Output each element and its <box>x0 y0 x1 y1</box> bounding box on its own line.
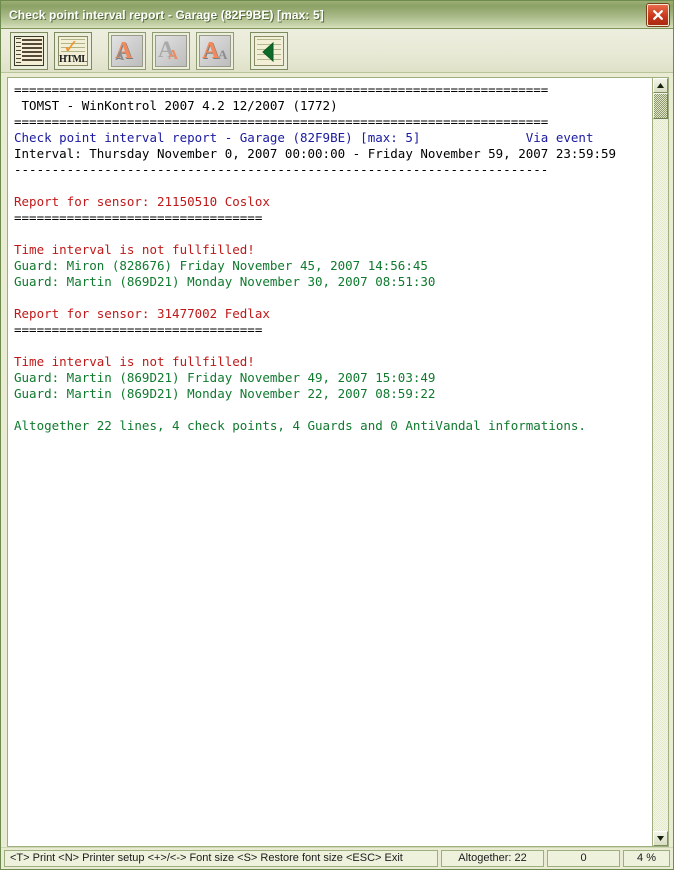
report-line: Interval: Thursday November 0, 2007 00:0… <box>14 146 617 161</box>
scroll-up-button[interactable] <box>653 78 668 93</box>
font-size-decrease-button[interactable]: A A <box>152 31 190 70</box>
report-line: Time interval is not fullfilled! <box>14 242 255 257</box>
html-export-icon: ✓ HTML <box>58 35 88 66</box>
report-line: Altogether 22 lines, 4 check points, 4 G… <box>14 418 586 433</box>
detailed-report-button[interactable] <box>10 31 48 70</box>
report-window: Check point interval report - Garage (82… <box>0 0 674 870</box>
report-viewport: ================================= =======… <box>7 77 652 847</box>
status-altogether: Altogether: 22 <box>441 849 544 867</box>
font-increase-icon: A A <box>111 34 143 67</box>
report-line: ================================= <box>14 322 263 337</box>
report-line: Guard: Martin (869D21) Monday November 2… <box>14 386 436 401</box>
report-line: Check point interval report - Garage (82… <box>14 130 594 145</box>
export-html-button[interactable]: ✓ HTML <box>54 31 92 70</box>
close-button[interactable] <box>647 4 669 26</box>
report-line: ========================================… <box>14 82 549 97</box>
report-line: Guard: Martin (869D21) Monday November 3… <box>14 274 436 289</box>
font-decrease-icon: A A <box>155 34 187 67</box>
report-line: Guard: Miron (828676) Friday November 45… <box>14 258 428 273</box>
font-size-restore-button[interactable]: A A <box>196 31 234 70</box>
scrollbar-thumb[interactable] <box>653 93 668 119</box>
report-line: Time interval is not fullfilled! <box>14 354 255 369</box>
scroll-down-button[interactable] <box>653 831 668 846</box>
report-line: Report for sensor: 21150510 Coslox <box>14 194 270 209</box>
back-button[interactable] <box>250 31 288 70</box>
title-bar: Check point interval report - Garage (82… <box>1 1 673 29</box>
font-size-increase-button[interactable]: A A <box>108 31 146 70</box>
status-hints: <T> Print <N> Printer setup <+>/<-> Font… <box>4 849 438 867</box>
report-line: Guard: Martin (869D21) Friday November 4… <box>14 370 436 385</box>
scrollbar-track[interactable] <box>653 93 668 831</box>
content-area: ================================= =======… <box>1 73 673 847</box>
status-percent: 4 % <box>623 849 670 867</box>
back-arrow-icon <box>254 35 284 66</box>
report-line: Report for sensor: 31477002 Fedlax <box>14 306 270 321</box>
html-icon-label: HTML <box>59 53 88 65</box>
font-restore-icon: A A <box>199 34 231 67</box>
toolbar: ✓ HTML A A A A A A <box>1 29 673 73</box>
report-line: ========================================… <box>14 114 549 129</box>
report-line: ================================= <box>14 210 263 225</box>
notebook-icon <box>14 35 44 66</box>
report-line: TOMST - WinKontrol 2007 4.2 12/2007 (177… <box>14 98 338 113</box>
chevron-down-icon <box>657 836 664 841</box>
status-counter: 0 <box>547 849 620 867</box>
chevron-up-icon <box>657 83 664 88</box>
vertical-scrollbar[interactable] <box>652 77 669 847</box>
font-icon-letter-large-3: A <box>202 37 220 64</box>
window-title: Check point interval report - Garage (82… <box>9 7 324 22</box>
report-line: ----------------------------------------… <box>14 162 549 177</box>
status-bar: <T> Print <N> Printer setup <+>/<-> Font… <box>1 847 673 869</box>
close-icon <box>653 10 663 20</box>
report-text: ================================= =======… <box>8 82 652 434</box>
